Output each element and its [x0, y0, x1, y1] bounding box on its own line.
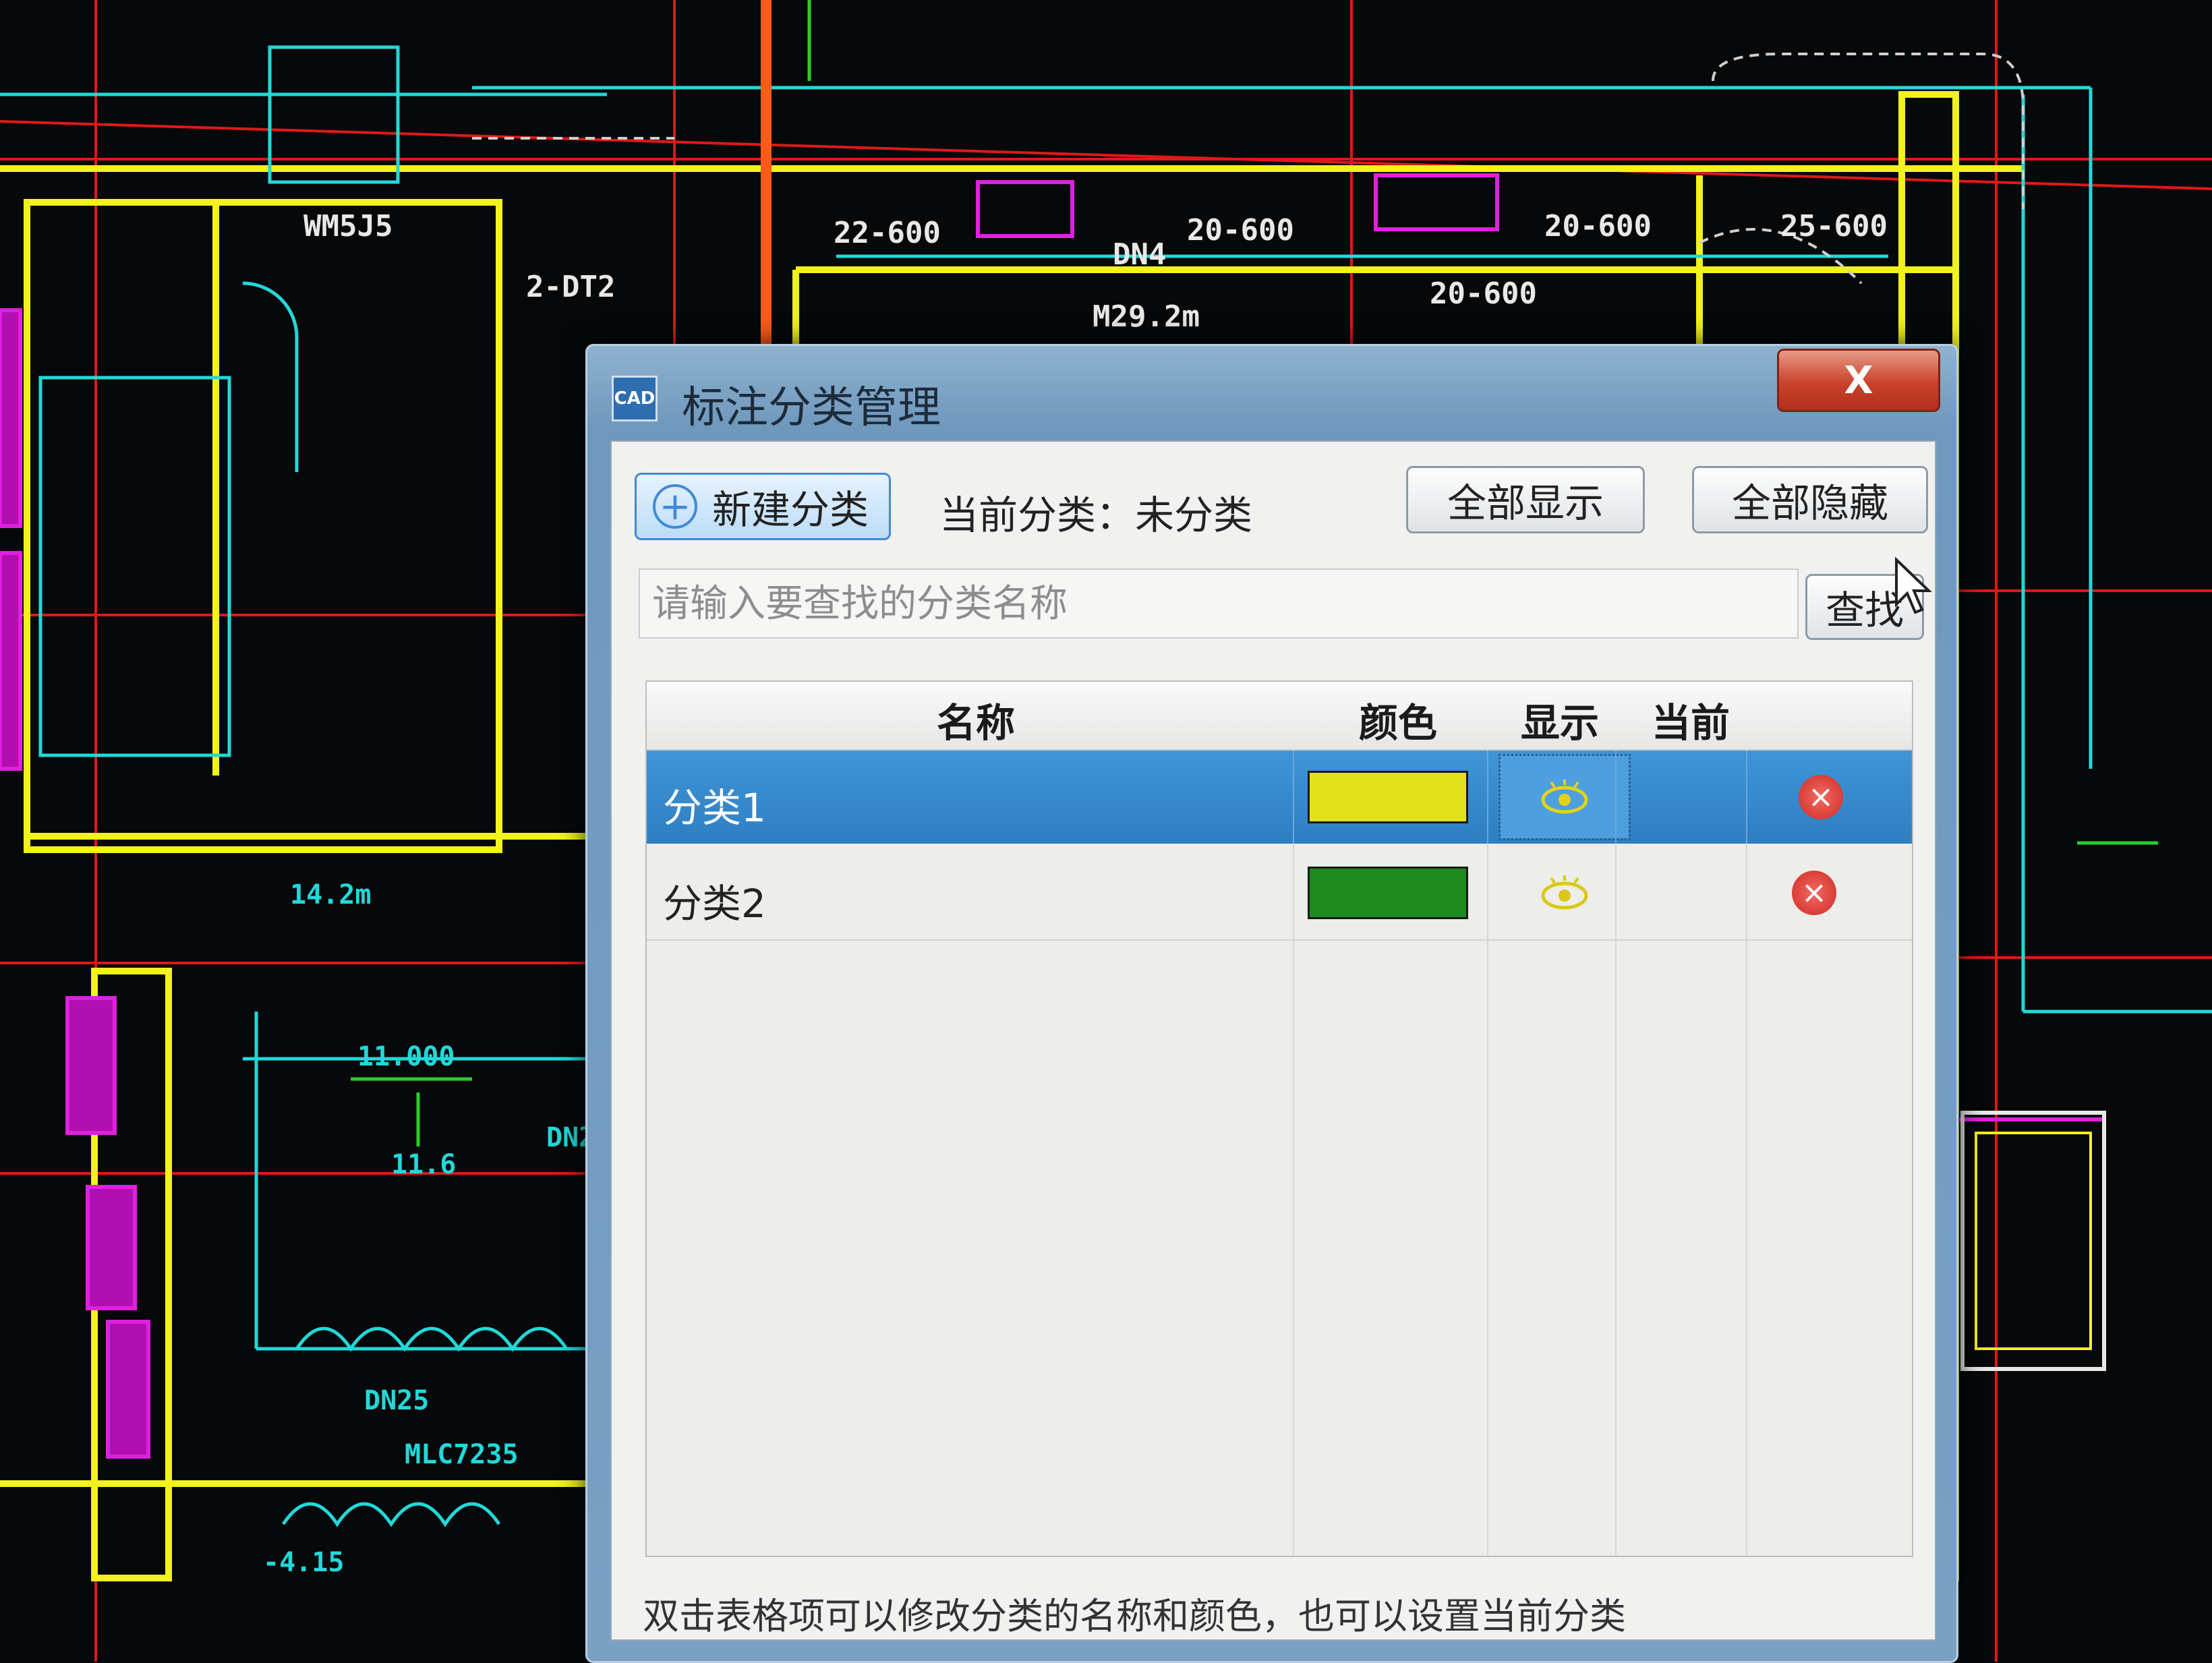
cad-label: 14.2m [290, 879, 371, 910]
header-name[interactable]: 名称 [937, 691, 1015, 748]
row-divider [647, 939, 1912, 941]
status-hint: 双击表格项可以修改分类的名称和颜色，也可以设置当前分类 [643, 1595, 1626, 1637]
category-manager-dialog: CAD 标注分类管理 X + 新建分类 当前分类：未分类 全部显示 全部隐藏 查… [585, 344, 1958, 1663]
category-name-cell[interactable]: 分类1 [663, 776, 766, 833]
category-table: 名称 颜色 显示 当前 分类1 × 分类2 × [645, 680, 1913, 1557]
cad-label: -4.15 [263, 1547, 344, 1578]
current-category-text: 当前分类：未分类 [939, 492, 1253, 538]
eye-icon [1541, 875, 1588, 910]
table-header: 名称 颜色 显示 当前 [647, 682, 1912, 751]
cad-label: 20-600 [1430, 276, 1537, 311]
cad-label: MLC7235 [405, 1439, 519, 1470]
search-label: 查找 [1825, 587, 1904, 633]
cad-label: DN25 [364, 1385, 429, 1416]
search-input[interactable] [639, 568, 1799, 639]
dialog-client-area: + 新建分类 当前分类：未分类 全部显示 全部隐藏 查找 名称 颜色 显示 当前 [610, 440, 1936, 1641]
show-all-label: 全部显示 [1447, 480, 1604, 526]
table-row[interactable]: 分类2 × [647, 846, 1912, 939]
plus-circle-icon: + [653, 484, 697, 529]
close-icon: X [1844, 358, 1873, 403]
cad-label: M29.2m [1093, 299, 1200, 334]
header-current[interactable]: 当前 [1652, 691, 1730, 748]
show-all-button[interactable]: 全部显示 [1406, 466, 1645, 533]
dialog-title: 标注分类管理 [682, 383, 941, 433]
table-row[interactable]: 分类1 × [647, 751, 1912, 844]
hide-all-button[interactable]: 全部隐藏 [1692, 466, 1928, 533]
hide-all-label: 全部隐藏 [1731, 480, 1888, 526]
cad-label: 25-600 [1780, 209, 1888, 243]
cad-label: 2-DT2 [526, 270, 615, 304]
color-swatch[interactable] [1308, 771, 1468, 823]
app-icon: CAD [612, 376, 658, 421]
color-swatch[interactable] [1308, 867, 1468, 919]
header-show[interactable]: 显示 [1521, 691, 1599, 748]
mouse-cursor-icon [1895, 557, 1932, 614]
cad-label: 20-600 [1187, 213, 1294, 247]
category-name-cell[interactable]: 分类2 [663, 872, 766, 929]
cad-label: 22-600 [834, 216, 941, 250]
cad-label: DN4 [1113, 237, 1166, 272]
visibility-toggle[interactable] [1498, 754, 1631, 840]
eye-icon [1541, 780, 1588, 814]
new-category-label: 新建分类 [712, 487, 869, 533]
new-category-button[interactable]: + 新建分类 [635, 473, 891, 540]
delete-icon[interactable]: × [1792, 871, 1836, 915]
header-color[interactable]: 颜色 [1359, 691, 1437, 748]
close-button[interactable]: X [1777, 349, 1940, 412]
cad-label: 11.000 [357, 1041, 455, 1072]
column-divider [1746, 751, 1747, 844]
delete-icon[interactable]: × [1799, 775, 1843, 819]
cad-label: 20-600 [1544, 209, 1652, 243]
column-divider [1487, 751, 1488, 844]
riser-pipe [761, 0, 772, 344]
column-divider [1615, 751, 1617, 844]
column-divider [1293, 751, 1294, 844]
cad-label: 11.6 [391, 1149, 456, 1180]
cad-label: WM5J5 [303, 209, 392, 243]
visibility-toggle[interactable] [1501, 852, 1629, 934]
